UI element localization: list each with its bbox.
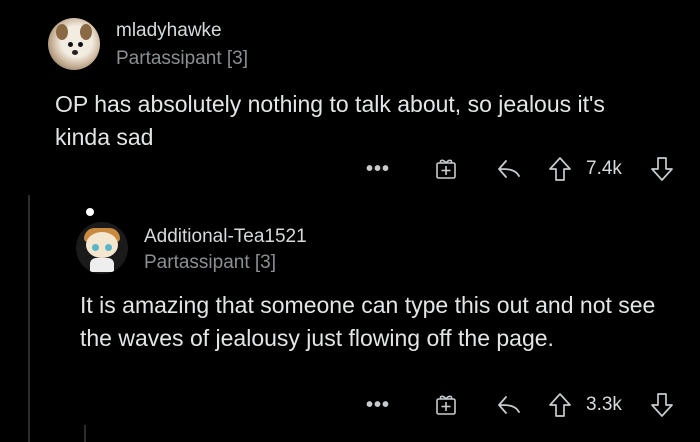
vote-score: 3.3k <box>586 394 622 415</box>
comment-actions: ••• 3.3k <box>360 390 690 422</box>
thread-line[interactable] <box>28 195 30 442</box>
username[interactable]: mladyhawke <box>116 20 222 42</box>
comment-actions: ••• 7.4k <box>360 154 690 186</box>
more-options-button[interactable]: ••• <box>366 158 390 181</box>
thread-line-nested[interactable] <box>84 425 86 442</box>
user-flair: Partassipant [3] <box>144 252 277 273</box>
user-flair: Partassipant [3] <box>116 48 249 69</box>
reply-icon[interactable] <box>496 158 522 180</box>
upvote-icon[interactable] <box>548 392 572 418</box>
comment-body: It is amazing that someone can type this… <box>80 292 656 351</box>
comment-body: OP has absolutely nothing to talk about,… <box>55 91 605 150</box>
upvote-icon[interactable] <box>548 156 572 182</box>
downvote-icon[interactable] <box>650 156 674 182</box>
more-options-button[interactable]: ••• <box>366 394 390 417</box>
username[interactable]: Additional-Tea1521 <box>144 226 307 248</box>
snoo-avatar-icon[interactable] <box>76 222 128 274</box>
reply-icon[interactable] <box>496 394 522 416</box>
dog-avatar-icon[interactable] <box>48 18 100 70</box>
downvote-icon[interactable] <box>650 392 674 418</box>
award-icon[interactable] <box>434 392 458 416</box>
snoo-antenna-icon <box>86 208 94 216</box>
award-icon[interactable] <box>434 156 458 180</box>
vote-score: 7.4k <box>586 158 622 179</box>
